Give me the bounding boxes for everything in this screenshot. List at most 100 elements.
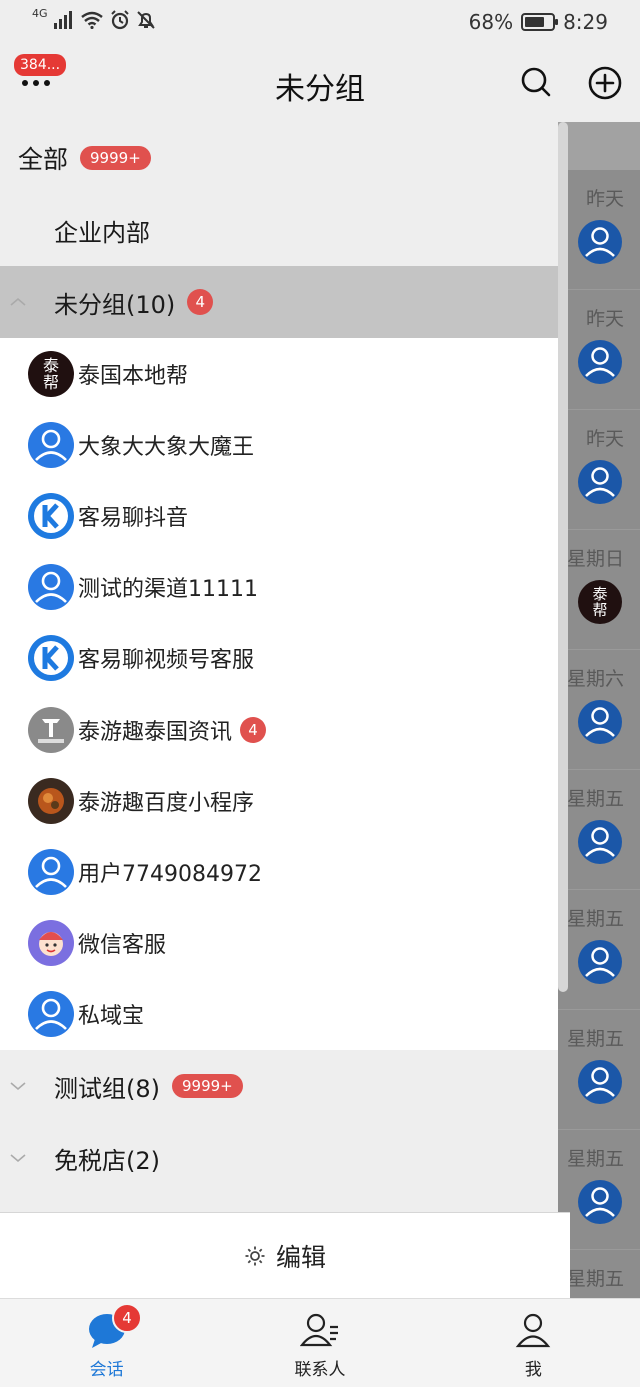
gear-icon bbox=[245, 1246, 265, 1265]
list-item[interactable]: 泰游趣泰国资讯 4 bbox=[0, 694, 558, 765]
bottom-tab-bar: 会话 4 联系人 我 bbox=[0, 1298, 640, 1387]
default-user-icon bbox=[28, 421, 74, 468]
list-item[interactable]: 私域宝 bbox=[0, 979, 558, 1050]
member-name: 泰国本地帮 bbox=[78, 363, 189, 389]
list-item[interactable]: 大象大大象大魔王 bbox=[0, 409, 558, 480]
group-ungrouped-badge: 4 bbox=[187, 289, 214, 315]
network-label: 4G bbox=[32, 6, 48, 20]
group-all[interactable]: 全部 9999+ bbox=[0, 122, 558, 194]
tab-conversations[interactable]: 会话 4 bbox=[0, 1299, 213, 1387]
conversation-time: 星期五 bbox=[566, 1148, 624, 1170]
edit-button[interactable]: 编辑 bbox=[0, 1212, 570, 1298]
member-list: 泰帮 泰国本地帮 大象大大象大魔王 客易聊抖音 测试的渠道11111 客易聊视频… bbox=[0, 338, 558, 1050]
conversation-item[interactable]: 星期五 bbox=[558, 1250, 640, 1298]
tab-contacts[interactable]: 联系人 bbox=[213, 1299, 426, 1387]
group-all-label: 全部 bbox=[18, 145, 69, 174]
battery-percent: 68% bbox=[468, 10, 514, 34]
thai-bang-logo: 泰帮 bbox=[578, 580, 622, 624]
conversation-item[interactable]: 星期五 bbox=[558, 890, 640, 1010]
default-user-icon bbox=[578, 460, 622, 504]
list-item[interactable]: 泰帮 泰国本地帮 bbox=[0, 338, 558, 409]
scrollbar[interactable] bbox=[558, 122, 568, 992]
default-user-icon bbox=[28, 991, 74, 1038]
conversation-time: 昨天 bbox=[585, 428, 624, 450]
conversation-item[interactable]: 星期五 bbox=[558, 1130, 640, 1250]
k-logo bbox=[28, 635, 74, 682]
member-name: 微信客服 bbox=[78, 933, 167, 959]
conversation-time: 昨天 bbox=[585, 308, 624, 330]
conversation-time: 星期五 bbox=[566, 788, 624, 810]
member-unread-badge: 4 bbox=[240, 716, 267, 743]
conversation-item[interactable]: 昨天 bbox=[558, 410, 640, 530]
status-bar: 4G 68% 8:29 bbox=[0, 0, 640, 46]
member-name: 泰游趣泰国资讯 bbox=[78, 719, 233, 745]
default-user-icon bbox=[578, 940, 622, 984]
list-item[interactable]: 测试的渠道11111 bbox=[0, 552, 558, 623]
add-button[interactable] bbox=[588, 66, 622, 100]
default-user-icon bbox=[578, 1180, 622, 1224]
list-item[interactable]: 泰游趣百度小程序 bbox=[0, 765, 558, 836]
conversation-item[interactable]: 星期五 bbox=[558, 1010, 640, 1130]
group-ungrouped[interactable]: 未分组(10) 4 bbox=[0, 266, 558, 338]
chevron-down-icon[interactable] bbox=[10, 1078, 26, 1094]
member-name: 泰游趣百度小程序 bbox=[78, 790, 255, 816]
conversation-item[interactable]: 昨天 bbox=[558, 290, 640, 410]
tab-me-label: 我 bbox=[524, 1360, 542, 1380]
search-icon bbox=[521, 67, 551, 97]
conversation-time: 昨天 bbox=[585, 188, 624, 210]
conversation-item[interactable]: 星期日 泰帮 bbox=[558, 530, 640, 650]
conversation-time: 星期五 bbox=[566, 908, 624, 930]
person-icon bbox=[516, 1313, 551, 1348]
mute-icon bbox=[136, 11, 155, 29]
group-test-badge: 9999+ bbox=[172, 1074, 243, 1098]
alarm-icon bbox=[110, 10, 129, 30]
app-header: 384... 未分组 bbox=[0, 46, 640, 122]
member-name: 客易聊视频号客服 bbox=[78, 648, 255, 674]
group-enterprise-label: 企业内部 bbox=[54, 218, 150, 247]
wifi-icon bbox=[80, 11, 103, 29]
conversation-time: 星期六 bbox=[566, 668, 624, 690]
conversation-list-dimmed: 昨天 昨天 昨天 星期日 泰帮 星期六 星期五 星期五 星期五 星期五 星期五 bbox=[558, 122, 640, 1298]
default-user-icon bbox=[28, 848, 74, 895]
member-name: 测试的渠道11111 bbox=[78, 577, 258, 603]
tab-conversations-label: 会话 bbox=[89, 1360, 124, 1380]
group-test[interactable]: 测试组(8) 9999+ bbox=[0, 1050, 558, 1122]
group-drawer: 全部 9999+ 企业内部 未分组(10) 4 泰帮 泰国本地帮 大象大大象大魔… bbox=[0, 122, 570, 1298]
default-user-icon bbox=[578, 1060, 622, 1104]
tab-contacts-label: 联系人 bbox=[294, 1360, 346, 1380]
list-item[interactable]: 用户7749084972 bbox=[0, 836, 558, 907]
taiyouqu-logo bbox=[28, 706, 74, 753]
member-name: 用户7749084972 bbox=[78, 861, 262, 887]
group-all-badge: 9999+ bbox=[80, 146, 151, 170]
list-item[interactable]: 客易聊抖音 bbox=[0, 480, 558, 551]
conversation-item[interactable]: 星期五 bbox=[558, 770, 640, 890]
list-item[interactable]: 微信客服 bbox=[0, 908, 558, 979]
default-user-icon bbox=[578, 700, 622, 744]
default-user-icon bbox=[578, 220, 622, 264]
contacts-icon bbox=[299, 1313, 338, 1347]
chevron-up-icon[interactable] bbox=[10, 294, 26, 310]
conversation-time: 星期五 bbox=[566, 1268, 624, 1290]
cartoon-avatar bbox=[28, 920, 74, 967]
status-right: 68% 8:29 bbox=[469, 10, 608, 34]
battery-icon bbox=[521, 13, 559, 31]
photo-avatar bbox=[28, 777, 74, 824]
group-dutyfree[interactable]: 免税店(2) bbox=[0, 1122, 558, 1194]
thai-bang-logo: 泰帮 bbox=[28, 350, 74, 397]
default-user-icon bbox=[578, 340, 622, 384]
k-logo bbox=[28, 492, 74, 539]
group-ungrouped-label: 未分组(10) bbox=[54, 290, 176, 319]
search-button[interactable] bbox=[520, 66, 552, 98]
chevron-down-icon[interactable] bbox=[10, 1150, 26, 1166]
tab-me[interactable]: 我 bbox=[427, 1299, 640, 1387]
conversation-time: 星期五 bbox=[566, 1028, 624, 1050]
conversation-time: 星期日 bbox=[566, 548, 624, 570]
conversation-item[interactable]: 昨天 bbox=[558, 170, 640, 290]
edit-label: 编辑 bbox=[275, 1242, 326, 1272]
conversation-item[interactable]: 星期六 bbox=[558, 650, 640, 770]
group-enterprise[interactable]: 企业内部 bbox=[0, 194, 558, 266]
member-name: 私域宝 bbox=[78, 1004, 145, 1030]
group-dutyfree-label: 免税店(2) bbox=[54, 1146, 160, 1175]
list-item[interactable]: 客易聊视频号客服 bbox=[0, 623, 558, 694]
status-icons: 4G bbox=[32, 6, 156, 30]
